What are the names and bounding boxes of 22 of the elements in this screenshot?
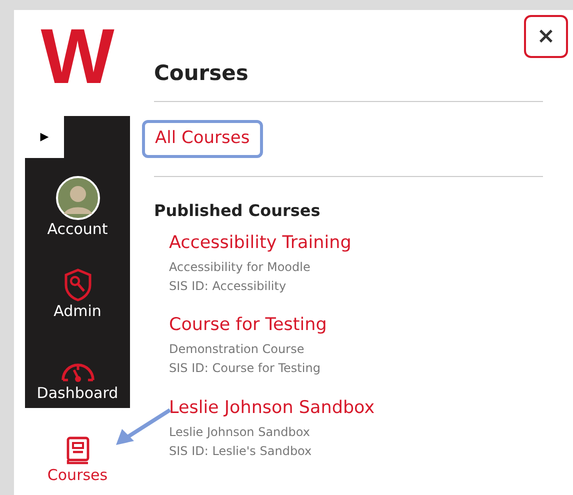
course-term: Demonstration Course: [169, 343, 306, 356]
avatar-placeholder: [56, 176, 100, 220]
expand-toggle[interactable]: ▶: [25, 116, 64, 158]
logo-letter: W: [40, 17, 114, 95]
section-heading: Published Courses: [154, 200, 322, 222]
course-sis-id: SIS ID: Accessibility: [169, 280, 288, 294]
course-term: Leslie Johnson Sandbox: [169, 426, 311, 439]
course-link[interactable]: Course for Testing: [169, 315, 327, 338]
course-term: Accessibility for Moodle: [169, 260, 312, 274]
book-icon: [64, 436, 90, 466]
all-courses-link[interactable]: All Courses: [142, 120, 263, 158]
course-sis-id: SIS ID: Leslie's Sandbox: [169, 444, 313, 458]
shield-wrench-icon: [62, 268, 92, 302]
nav-item[interactable]: Dashboard: [25, 326, 130, 408]
course-sis-id: SIS ID: Course for Testing: [169, 362, 322, 376]
nav-item[interactable]: Admin: [25, 244, 130, 326]
nav-item[interactable]: Account: [25, 162, 130, 244]
close-button[interactable]: ×: [524, 15, 568, 58]
annotation-arrow: [114, 408, 172, 448]
course-link[interactable]: Accessibility Training: [169, 232, 352, 255]
course-link[interactable]: Leslie Johnson Sandbox: [169, 398, 375, 420]
tray-title: Courses: [154, 60, 250, 87]
